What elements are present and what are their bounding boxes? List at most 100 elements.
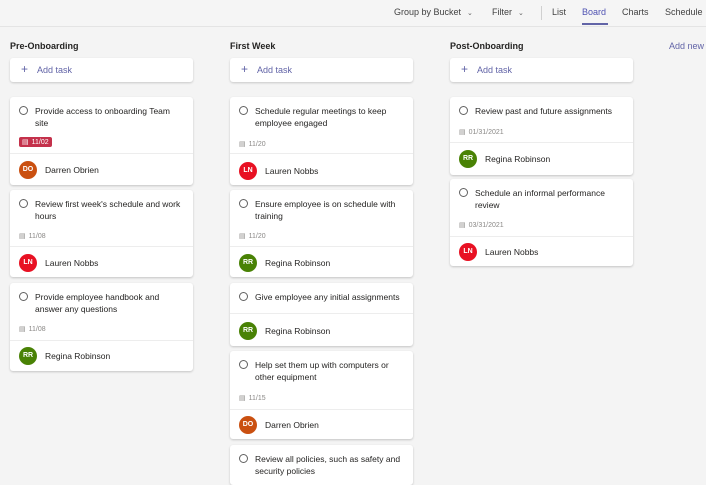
complete-task-checkbox[interactable] <box>239 106 248 115</box>
group-by-dropdown[interactable]: Group by Bucket ⌄ <box>394 7 473 17</box>
add-task-button[interactable]: + Add task <box>450 58 633 82</box>
avatar: RR <box>459 150 477 168</box>
assignee-name: Regina Robinson <box>265 258 331 268</box>
task-card[interactable]: Help set them up with computers or other… <box>230 351 413 439</box>
task-card[interactable]: Provide access to onboarding Team site ▤… <box>10 97 193 185</box>
assignee-name: Regina Robinson <box>265 326 331 336</box>
assignee-name: Regina Robinson <box>485 154 551 164</box>
card-divider <box>230 409 413 410</box>
active-tab-indicator <box>582 23 608 25</box>
avatar: LN <box>239 162 257 180</box>
avatar: RR <box>239 254 257 272</box>
due-date-label: ▤ 11/20 <box>239 232 266 240</box>
assignee-name: Lauren Nobbs <box>485 247 539 257</box>
complete-task-checkbox[interactable] <box>239 360 248 369</box>
tab-list[interactable]: List <box>552 7 566 17</box>
assignee-name: Lauren Nobbs <box>45 258 99 268</box>
due-date-label: ▤ 11/20 <box>239 140 266 148</box>
tab-schedule[interactable]: Schedule <box>665 7 703 17</box>
due-date-label: ▤ 11/08 <box>19 232 46 240</box>
task-card[interactable]: Provide employee handbook and answer any… <box>10 283 193 371</box>
avatar: DO <box>239 416 257 434</box>
add-task-button[interactable]: + Add task <box>10 58 193 82</box>
task-title: Review all policies, such as safety and … <box>255 454 401 476</box>
group-by-label: Group by Bucket <box>394 7 462 17</box>
complete-task-checkbox[interactable] <box>19 199 28 208</box>
chevron-down-icon: ⌄ <box>518 10 524 17</box>
assignee-name: Darren Obrien <box>265 420 319 430</box>
calendar-icon: ▤ <box>19 233 26 240</box>
card-divider <box>10 153 193 154</box>
task-card[interactable]: Review first week's schedule and work ho… <box>10 190 193 277</box>
avatar: RR <box>239 322 257 340</box>
task-title: Schedule an informal performance review <box>475 188 605 210</box>
assignee-name: Darren Obrien <box>45 165 99 175</box>
task-title: Review past and future assignments <box>475 106 613 116</box>
add-task-button[interactable]: + Add task <box>230 58 413 82</box>
complete-task-checkbox[interactable] <box>239 199 248 208</box>
card-divider <box>230 313 413 314</box>
task-title: Help set them up with computers or other… <box>255 360 389 382</box>
avatar: RR <box>19 347 37 365</box>
task-title: Schedule regular meetings to keep employ… <box>255 106 387 128</box>
due-date: 11/20 <box>248 141 266 148</box>
task-card[interactable]: Ensure employee is on schedule with trai… <box>230 190 413 277</box>
card-divider <box>230 153 413 154</box>
complete-task-checkbox[interactable] <box>19 106 28 115</box>
filter-dropdown[interactable]: Filter ⌄ <box>492 7 524 17</box>
calendar-icon: ▤ <box>239 141 246 148</box>
add-task-label: Add task <box>477 65 513 75</box>
task-title: Provide employee handbook and answer any… <box>35 292 160 314</box>
complete-task-checkbox[interactable] <box>459 106 468 115</box>
plus-icon: + <box>461 62 469 76</box>
tab-board[interactable]: Board <box>582 7 606 17</box>
task-title: Review first week's schedule and work ho… <box>35 199 181 221</box>
task-card[interactable]: Give employee any initial assignments RR… <box>230 283 413 346</box>
plus-icon: + <box>241 62 249 76</box>
card-divider <box>230 246 413 247</box>
avatar: LN <box>19 254 37 272</box>
complete-task-checkbox[interactable] <box>19 292 28 301</box>
add-task-label: Add task <box>257 65 293 75</box>
card-divider <box>10 246 193 247</box>
card-divider <box>10 340 193 341</box>
due-date-label: ▤ 03/31/2021 <box>459 221 504 229</box>
assignee-name: Regina Robinson <box>45 351 111 361</box>
filter-label: Filter <box>492 7 512 17</box>
bucket-title[interactable]: First Week <box>230 41 275 51</box>
task-title: Give employee any initial assignments <box>255 292 400 302</box>
complete-task-checkbox[interactable] <box>459 188 468 197</box>
avatar: LN <box>459 243 477 261</box>
task-title: Provide access to onboarding Team site <box>35 106 170 128</box>
tab-charts[interactable]: Charts <box>622 7 649 17</box>
calendar-icon: ▤ <box>459 222 466 229</box>
add-new-bucket-link[interactable]: Add new bucket <box>669 41 706 51</box>
due-date: 03/31/2021 <box>468 222 504 229</box>
assignee-name: Lauren Nobbs <box>265 166 319 176</box>
toolbar-divider <box>541 6 542 20</box>
add-task-label: Add task <box>37 65 73 75</box>
toolbar: Group by Bucket ⌄ Filter ⌄ List Board Char… <box>0 0 706 27</box>
due-date: 01/31/2021 <box>468 129 504 136</box>
due-date-badge: ▤ 11/02 <box>19 137 52 147</box>
bucket-title[interactable]: Pre-Onboarding <box>10 41 79 51</box>
calendar-icon: ▤ <box>239 395 246 402</box>
task-card[interactable]: Schedule an informal performance review … <box>450 179 633 266</box>
task-card[interactable]: Review past and future assignments ▤ 01/3… <box>450 97 633 175</box>
calendar-icon: ▤ <box>22 139 29 146</box>
due-date-label: ▤ 11/15 <box>239 394 266 402</box>
card-divider <box>450 142 633 143</box>
avatar: DO <box>19 161 37 179</box>
card-divider <box>450 236 633 237</box>
due-date: 11/15 <box>248 395 266 402</box>
task-card[interactable]: Schedule regular meetings to keep employ… <box>230 97 413 185</box>
due-date: 11/08 <box>28 233 46 240</box>
task-card[interactable]: Review all policies, such as safety and … <box>230 445 413 485</box>
due-date-label: ▤ 01/31/2021 <box>459 128 504 136</box>
bucket-title[interactable]: Post-Onboarding <box>450 41 524 51</box>
complete-task-checkbox[interactable] <box>239 454 248 463</box>
complete-task-checkbox[interactable] <box>239 292 248 301</box>
due-date: 11/08 <box>28 326 46 333</box>
task-title: Ensure employee is on schedule with trai… <box>255 199 396 221</box>
calendar-icon: ▤ <box>459 129 466 136</box>
